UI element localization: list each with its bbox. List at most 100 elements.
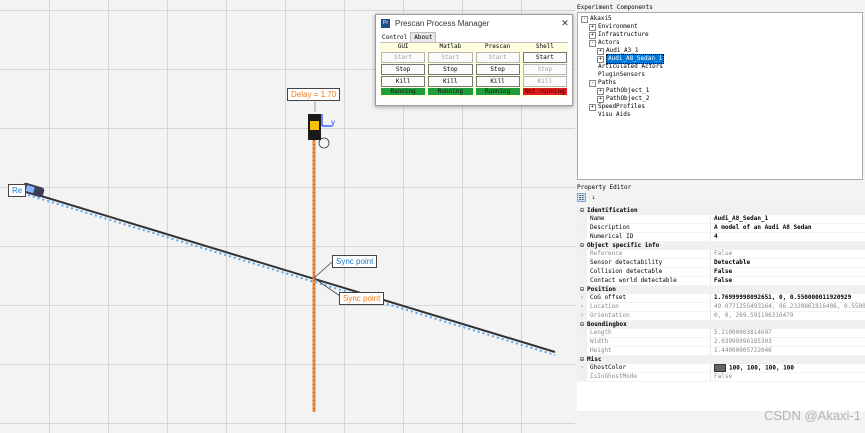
property-row[interactable]: IsInGhostMode False xyxy=(577,373,865,382)
expand-icon[interactable]: + xyxy=(597,47,604,55)
kill-button[interactable]: Kill xyxy=(428,76,473,87)
tab-about[interactable]: About xyxy=(410,32,437,42)
property-row[interactable]: Height 1.44000005722046 xyxy=(577,347,865,356)
expand-icon[interactable]: › xyxy=(577,312,587,320)
collapse-icon[interactable]: ⊟ xyxy=(577,356,587,364)
collapse-icon[interactable]: ⊟ xyxy=(577,286,587,294)
property-category[interactable]: ⊟ Identification xyxy=(577,207,865,215)
tab-control[interactable]: Control xyxy=(379,33,411,42)
expand-icon[interactable]: + xyxy=(597,55,604,63)
categorized-icon[interactable]: ☷ xyxy=(577,193,586,202)
property-value[interactable]: Detectable xyxy=(711,259,865,267)
property-row[interactable]: Collision detectable False xyxy=(577,268,865,277)
property-row[interactable]: Name Audi_A8_Sedan_1 xyxy=(577,215,865,224)
expand-icon[interactable]: + xyxy=(589,103,596,111)
property-row[interactable]: › CoG offset 1.76999998092651, 0, 0.550000… xyxy=(577,294,865,303)
sort-az-icon[interactable]: ↓ xyxy=(589,193,598,202)
property-value[interactable]: 1.76999998092651, 0, 0.550000011920929 xyxy=(711,294,865,302)
property-row[interactable]: › GhostColor 100, 100, 100, 100 xyxy=(577,364,865,373)
stop-button[interactable]: Stop xyxy=(381,64,426,75)
collapse-icon[interactable]: ⊟ xyxy=(577,242,587,250)
start-button[interactable]: Start xyxy=(381,52,426,63)
color-swatch[interactable] xyxy=(714,364,726,372)
property-value[interactable]: 0, 0, 269.591196316479 xyxy=(711,312,865,320)
start-button[interactable]: Start xyxy=(428,52,473,63)
property-row[interactable]: Contact world detectable False xyxy=(577,277,865,286)
reference-label[interactable]: Re xyxy=(8,184,27,197)
property-value[interactable]: 2.03999996185303 xyxy=(711,338,865,346)
property-value[interactable]: 100, 100, 100, 100 xyxy=(711,364,865,372)
property-row[interactable]: Length 5.21000003814697 xyxy=(577,329,865,338)
property-row[interactable]: › Location 49.0771255493164, 86.2320861816… xyxy=(577,303,865,312)
property-value-text: 49.0771255493164, 86.2320861816406, 0.55… xyxy=(714,303,865,310)
tree-item[interactable]: + Environment xyxy=(589,23,638,31)
path-object-1-line[interactable] xyxy=(27,191,556,353)
property-value-text: 5.21000003814697 xyxy=(714,329,772,336)
watermark: CSDN @Akaxi-1 xyxy=(764,408,861,423)
property-value[interactable]: 5.21000003814697 xyxy=(711,329,865,337)
tree-item[interactable]: Articulated Actors xyxy=(589,63,663,71)
expand-icon[interactable]: + xyxy=(597,87,604,95)
property-value[interactable]: 49.0771255493164, 86.2320861816406, 0.55… xyxy=(711,303,865,311)
sync-point-label-2[interactable]: Sync point xyxy=(339,292,385,305)
stop-button[interactable]: Stop xyxy=(475,64,520,75)
start-button[interactable]: Start xyxy=(522,52,567,63)
expand-icon[interactable]: + xyxy=(589,23,596,31)
property-category[interactable]: ⊟ Boundingbox xyxy=(577,321,865,329)
property-value[interactable]: False xyxy=(711,277,865,285)
collapse-icon[interactable]: - xyxy=(581,15,588,23)
tree-item-label: PathObject_2 xyxy=(606,95,650,102)
tree-item[interactable]: + Infrastructure xyxy=(589,31,649,39)
property-row[interactable]: Numerical ID 4 xyxy=(577,233,865,242)
collapse-icon[interactable]: ⊟ xyxy=(577,207,587,215)
property-row[interactable]: Width 2.03999996185303 xyxy=(577,338,865,347)
property-row[interactable]: Description A model of an Audi A8 Sedan xyxy=(577,224,865,233)
experiment-components-tree[interactable]: - Akaxi5 + Environment + Infrastructure - Actor… xyxy=(577,12,863,180)
delay-label[interactable]: Delay = 1.70 xyxy=(287,88,341,101)
tree-item[interactable]: + Audi_A8_Sedan_1 xyxy=(597,54,665,64)
sync-point-label-1[interactable]: Sync point xyxy=(332,255,378,268)
property-value[interactable]: A model of an Audi A8 Sedan xyxy=(711,224,865,232)
close-icon[interactable]: ✕ xyxy=(558,18,572,29)
property-row[interactable]: Reference False xyxy=(577,250,865,259)
property-value[interactable]: False xyxy=(711,250,865,258)
tree-item[interactable]: + PathObject_2 xyxy=(597,95,649,103)
tree-item[interactable]: Visu Aids xyxy=(589,111,631,119)
expand-icon[interactable]: › xyxy=(577,364,587,372)
tree-item[interactable]: - Akaxi5 xyxy=(581,15,612,23)
property-category[interactable]: ⊟ Position xyxy=(577,286,865,294)
property-row[interactable]: Sensor detectability Detectable xyxy=(577,259,865,268)
audi-a8-sedan-actor[interactable]: y xyxy=(308,114,335,149)
property-row[interactable]: › Orientation 0, 0, 269.591196316479 xyxy=(577,312,865,321)
kill-button[interactable]: Kill xyxy=(381,76,426,87)
kill-button[interactable]: Kill xyxy=(522,76,567,87)
expand-icon[interactable]: + xyxy=(589,31,596,39)
process-manager-titlebar[interactable]: Pr Prescan Process Manager ✕ xyxy=(376,15,572,32)
tree-item[interactable]: PluginSensors xyxy=(589,71,645,79)
property-value-text: 4 xyxy=(714,233,718,240)
collapse-icon[interactable]: ⊟ xyxy=(577,321,587,329)
property-value[interactable]: False xyxy=(711,373,865,381)
property-value[interactable]: 4 xyxy=(711,233,865,241)
kill-button[interactable]: Kill xyxy=(475,76,520,87)
property-category[interactable]: ⊟ Misc xyxy=(577,356,865,364)
property-value[interactable]: False xyxy=(711,268,865,276)
tree-item[interactable]: - Paths xyxy=(589,79,616,87)
expand-icon[interactable]: + xyxy=(597,95,604,103)
tree-item[interactable]: - Actors xyxy=(589,39,620,47)
property-value[interactable]: 1.44000005722046 xyxy=(711,347,865,355)
process-manager-window[interactable]: Pr Prescan Process Manager ✕ Control Abo… xyxy=(375,14,573,106)
property-grid[interactable]: ⊟ Identification Name Audi_A8_Sedan_1 Descri… xyxy=(577,207,865,411)
tree-item[interactable]: + PathObject_1 xyxy=(597,87,649,95)
expand-icon[interactable]: › xyxy=(577,303,587,311)
stop-button[interactable]: Stop xyxy=(428,64,473,75)
start-button[interactable]: Start xyxy=(475,52,520,63)
collapse-icon[interactable]: - xyxy=(589,39,596,47)
tree-item[interactable]: + SpeedProfiles xyxy=(589,103,645,111)
expand-icon[interactable]: › xyxy=(577,294,587,302)
stop-button[interactable]: Stop xyxy=(522,64,567,75)
property-name: Length xyxy=(587,329,711,337)
property-category[interactable]: ⊟ Object specific info xyxy=(577,242,865,250)
property-value[interactable]: Audi_A8_Sedan_1 xyxy=(711,215,865,223)
collapse-icon[interactable]: - xyxy=(589,79,596,87)
